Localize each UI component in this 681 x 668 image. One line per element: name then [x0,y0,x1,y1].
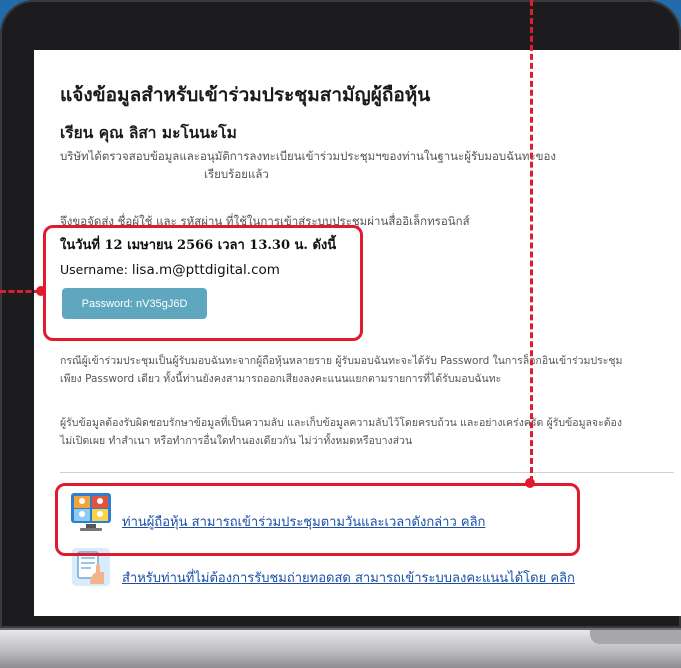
laptop-base [0,628,681,668]
proxy-note-line-2: เพียง Password เดียว ทั้งนี้ท่านยังคงสาม… [60,373,502,385]
verification-line-1: บริษัทได้ตรวจสอบข้อมูลและอนุมัติการลงทะเ… [60,149,557,163]
credentials-highlight [43,225,363,341]
pointer-dot [525,478,535,488]
privacy-line-2: ไม่เปิดเผย ทำสำเนา หรือทำการอื่นใดทำนองเ… [60,435,413,447]
pointer-dot-left [36,286,46,296]
pointer-line-vertical [530,0,533,482]
proxy-note-line-1: กรณีผู้เข้าร่วมประชุมเป็นผู้รับมอบฉันทะจ… [60,355,623,367]
divider [60,472,674,473]
verification-line-2: เรียบร้อยแล้ว [204,167,269,181]
join-link-highlight [55,483,580,556]
pointer-line-horizontal [0,290,40,293]
laptop-base-notch [590,630,681,644]
vote-link[interactable]: สำหรับท่านที่ไม่ต้องการรับชมถ่ายทอดสด สา… [122,567,575,588]
privacy-line-1: ผู้รับข้อมูลต้องรับผิดชอบรักษาข้อมูลที่เ… [60,417,622,429]
email-heading: แจ้งข้อมูลสำหรับเข้าร่วมประชุมสามัญผู้ถื… [60,84,431,106]
laptop-bezel: แจ้งข้อมูลสำหรับเข้าร่วมประชุมสามัญผู้ถื… [0,0,681,628]
greeting: เรียน คุณ ลิสา มะโนนะโม [60,124,237,142]
